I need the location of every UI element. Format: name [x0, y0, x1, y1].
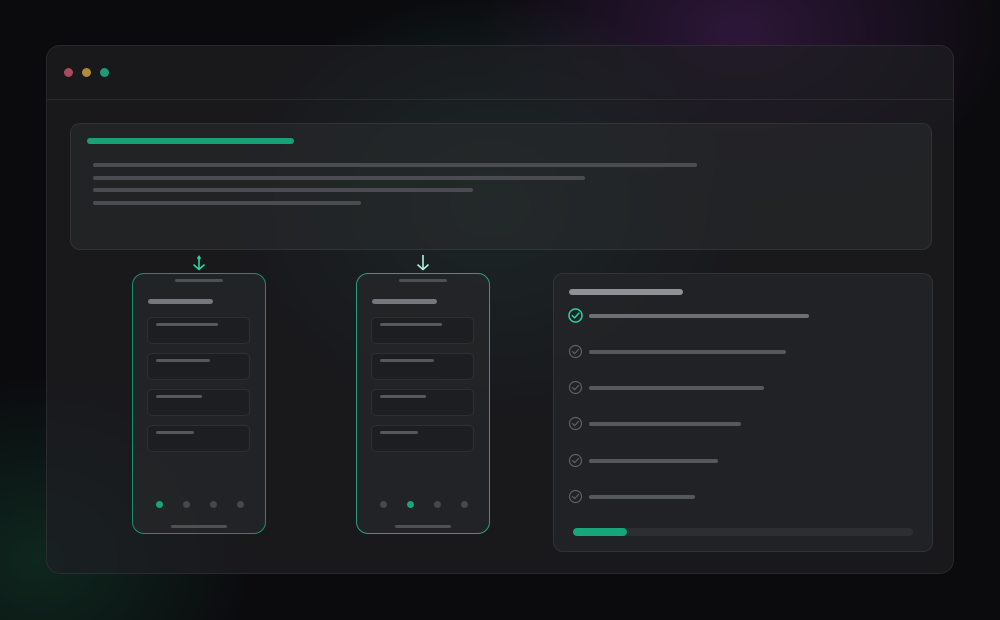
check-circle-icon — [568, 380, 583, 395]
minimize-button[interactable] — [82, 68, 91, 77]
header-text-line — [93, 163, 697, 167]
checklist-title-placeholder — [569, 289, 683, 295]
checklist-item[interactable] — [568, 308, 908, 324]
pager-dots — [133, 501, 265, 509]
pager-dot[interactable] — [434, 501, 441, 508]
check-circle-icon — [568, 344, 583, 359]
form-field[interactable] — [147, 317, 250, 344]
home-indicator — [171, 525, 227, 528]
phone-mockup — [132, 273, 266, 534]
form-field[interactable] — [147, 389, 250, 416]
pager-dot[interactable] — [407, 501, 414, 508]
check-circle-icon — [568, 416, 583, 431]
phone-title-placeholder — [372, 299, 437, 304]
phone-mockup — [356, 273, 490, 534]
pager-dots — [357, 501, 489, 509]
pager-dot[interactable] — [237, 501, 244, 508]
check-circle-icon — [568, 308, 583, 323]
title-bar — [47, 46, 953, 100]
app-window — [46, 45, 954, 574]
close-button[interactable] — [64, 68, 73, 77]
pager-dot[interactable] — [156, 501, 163, 508]
header-text-line — [93, 201, 361, 205]
checklist-panel — [553, 273, 933, 552]
form-field[interactable] — [371, 389, 474, 416]
check-circle-icon — [568, 453, 583, 468]
header-text-line — [93, 176, 585, 180]
progress-fill — [573, 528, 628, 536]
form-field[interactable] — [147, 425, 250, 452]
pager-dot[interactable] — [183, 501, 190, 508]
form-field[interactable] — [371, 317, 474, 344]
phone-title-placeholder — [148, 299, 213, 304]
download-arrow-icon — [193, 255, 205, 271]
pager-dot[interactable] — [461, 501, 468, 508]
home-indicator — [395, 525, 451, 528]
pager-dot[interactable] — [210, 501, 217, 508]
header-text-line — [93, 188, 473, 192]
form-field[interactable] — [371, 425, 474, 452]
header-title-placeholder — [87, 138, 294, 144]
checklist-item[interactable] — [568, 453, 908, 469]
form-field[interactable] — [371, 353, 474, 380]
download-arrow-icon — [417, 255, 429, 271]
checklist-item[interactable] — [568, 416, 908, 432]
checklist-item[interactable] — [568, 380, 908, 396]
progress-bar — [573, 528, 913, 536]
maximize-button[interactable] — [100, 68, 109, 77]
pager-dot[interactable] — [380, 501, 387, 508]
phone-notch — [399, 279, 447, 282]
phone-notch — [175, 279, 223, 282]
checklist-item[interactable] — [568, 489, 908, 505]
header-card — [70, 123, 932, 250]
check-circle-icon — [568, 489, 583, 504]
checklist-item[interactable] — [568, 344, 908, 360]
form-field[interactable] — [147, 353, 250, 380]
